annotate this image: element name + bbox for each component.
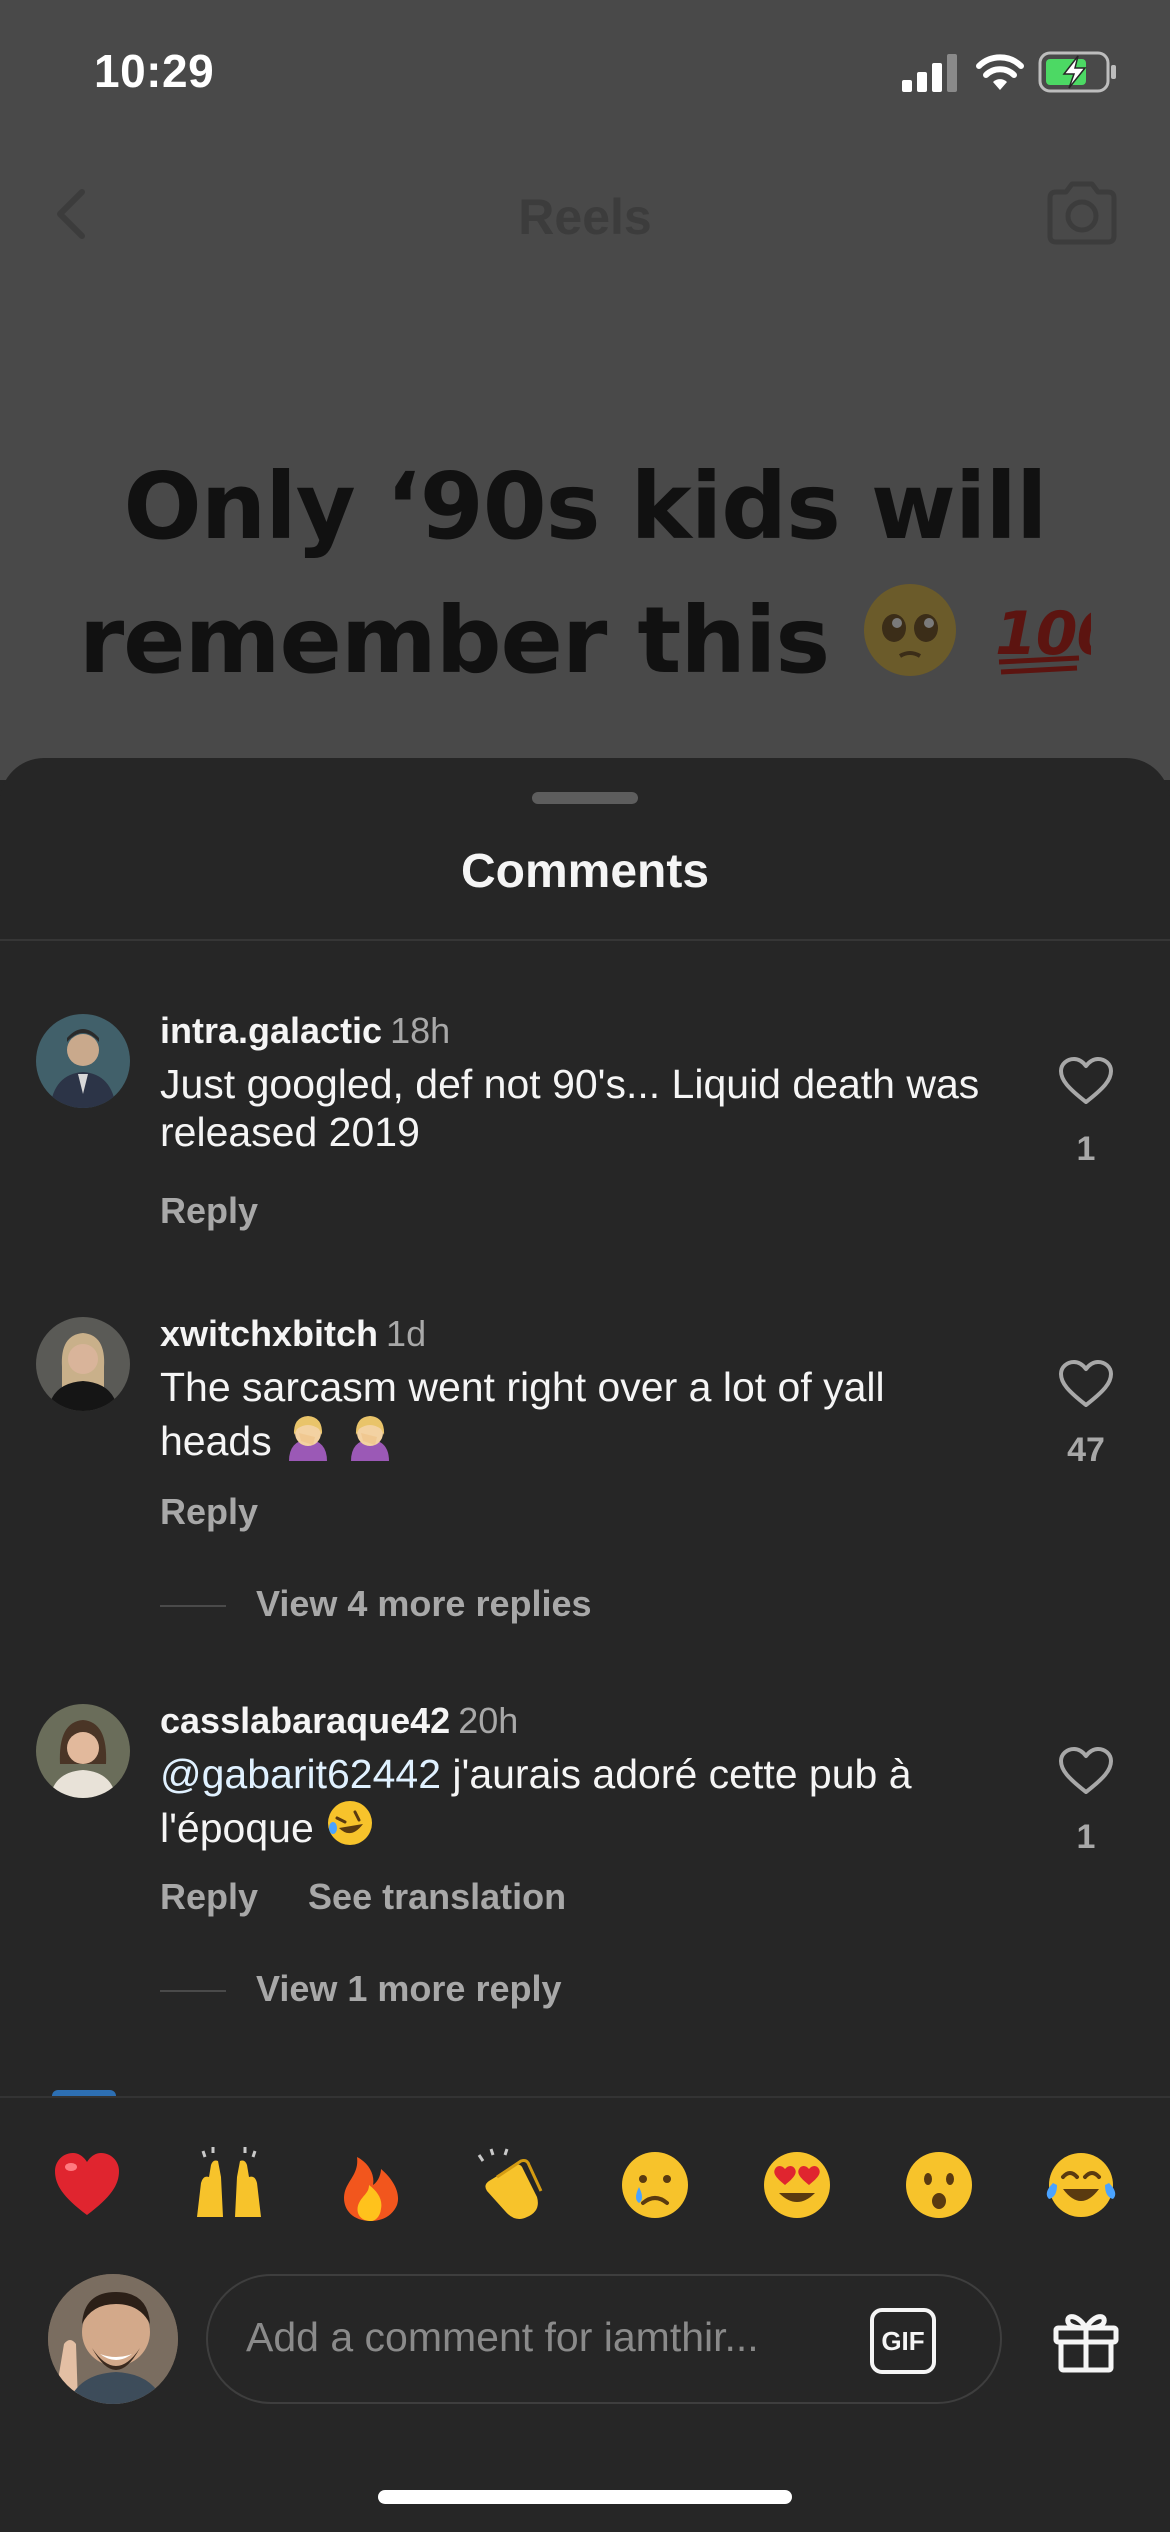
reply-button[interactable]: Reply	[160, 1876, 258, 1917]
video-caption-line1: Only ‘90s kids will	[123, 453, 1048, 560]
comment-username-text[interactable]: intra.galactic	[160, 1010, 382, 1051]
gift-icon[interactable]	[1052, 2306, 1120, 2374]
see-translation-button[interactable]: See translation	[308, 1876, 566, 1917]
reels-comments-screen: 10:29 Reels Only ‘90s kids will remember…	[0, 0, 1170, 2532]
view-more-replies-button[interactable]: View 1 more reply	[160, 1968, 562, 2010]
quick-emoji-fire[interactable]	[326, 2140, 416, 2230]
comment-username-text[interactable]: casslabaraque42	[160, 1700, 450, 1741]
surprised-face-icon	[906, 2152, 972, 2218]
comment-actions: Reply	[160, 1491, 308, 1533]
avatar-woman-icon	[36, 1317, 130, 1411]
quick-emoji-row	[0, 2140, 1170, 2230]
heart-outline-icon[interactable]	[1058, 1359, 1114, 1409]
battery-charging-icon	[1038, 51, 1116, 93]
view-more-replies-button[interactable]: View 4 more replies	[160, 1583, 592, 1625]
like-count: 1	[1076, 1130, 1096, 1168]
status-bar: 10:29	[0, 0, 1170, 150]
fire-icon	[344, 2157, 399, 2221]
sheet-title: Comments	[460, 845, 710, 898]
video-caption: Only ‘90s kids will remember this 100	[40, 440, 1130, 708]
comment-actions: Reply See translation	[160, 1876, 616, 1918]
like-count: 47	[1067, 1431, 1105, 1469]
comment-input-field[interactable]: GIF	[206, 2274, 1002, 2404]
reels-title: Reels	[518, 189, 652, 245]
tears-of-joy-icon	[1046, 2153, 1116, 2217]
reply-button[interactable]: Reply	[160, 1491, 258, 1532]
avatar[interactable]	[36, 1014, 130, 1108]
red-heart-icon	[55, 2153, 119, 2215]
current-user-avatar-image	[48, 2274, 178, 2404]
heart-outline-icon[interactable]	[1058, 1746, 1114, 1796]
comment-mention[interactable]: @gabarit62442	[160, 1751, 441, 1797]
home-indicator[interactable]	[378, 2490, 792, 2504]
heart-eyes-icon	[764, 2152, 830, 2218]
quick-emoji-tears-of-joy[interactable]	[1036, 2140, 1126, 2230]
comment-text: Just googled, def not 90's... Liquid dea…	[160, 1061, 980, 1155]
video-caption-line2-row: remember this 100	[40, 574, 1130, 708]
raising-hands-icon	[197, 2147, 261, 2217]
comment-text-row: The sarcasm went right over a lot of yal…	[160, 1363, 990, 1465]
current-user-avatar[interactable]	[48, 2274, 178, 2404]
gif-button[interactable]: GIF	[870, 2308, 936, 2374]
comment-username[interactable]: casslabaraque42 20h	[160, 1700, 518, 1742]
comment-actions: Reply	[160, 1190, 308, 1232]
video-caption-line2: remember this	[78, 587, 830, 694]
crying-face-icon	[622, 2152, 688, 2218]
rolling-laughing-emoji-icon	[328, 1801, 373, 1845]
hundred-points-emoji-icon: 100	[995, 599, 1091, 675]
cellular-signal-icon	[902, 54, 957, 92]
like-count: 1	[1076, 1818, 1096, 1856]
woman-facepalming-emoji-icon	[289, 1416, 328, 1461]
quick-emoji-raising-hands[interactable]	[184, 2140, 274, 2230]
comment-text-row: @gabarit62442 j'aurais adoré cette pub à…	[160, 1750, 990, 1852]
reels-header: Reels	[0, 170, 1170, 260]
wifi-icon	[976, 54, 1024, 90]
sheet-divider	[0, 939, 1170, 941]
avatar-suit-man-icon	[36, 1014, 130, 1108]
comment-text: The sarcasm went right over a lot of yal…	[160, 1364, 885, 1464]
quick-emoji-heart-eyes[interactable]	[752, 2140, 842, 2230]
sheet-drag-handle[interactable]	[532, 792, 638, 804]
avatar[interactable]	[36, 1317, 130, 1411]
camera-icon[interactable]	[1044, 180, 1120, 246]
comment-username[interactable]: xwitchxbitch 1d	[160, 1313, 426, 1355]
comment-time: 20h	[458, 1700, 519, 1741]
quick-emoji-crying-face[interactable]	[610, 2140, 700, 2230]
reply-button[interactable]: Reply	[160, 1190, 258, 1231]
avatar[interactable]	[36, 1704, 130, 1798]
comment-username-text[interactable]: xwitchxbitch	[160, 1313, 378, 1354]
woman-facepalming-emoji-icon	[350, 1416, 389, 1461]
comment-time: 18h	[390, 1010, 451, 1051]
heart-outline-icon[interactable]	[1058, 1056, 1114, 1106]
comment-input[interactable]	[246, 2314, 806, 2361]
comment-username[interactable]: intra.galactic 18h	[160, 1010, 450, 1052]
quick-emoji-red-heart[interactable]	[42, 2140, 132, 2230]
quick-emoji-surprised-face[interactable]	[894, 2140, 984, 2230]
pleading-face-emoji-icon	[864, 584, 957, 676]
avatar-woman-outdoor-icon	[36, 1704, 130, 1798]
status-time: 10:29	[94, 45, 215, 97]
quick-emoji-clapping-hands[interactable]	[468, 2140, 558, 2230]
comment-time: 1d	[386, 1313, 427, 1354]
clapping-hands-icon	[477, 2148, 543, 2219]
